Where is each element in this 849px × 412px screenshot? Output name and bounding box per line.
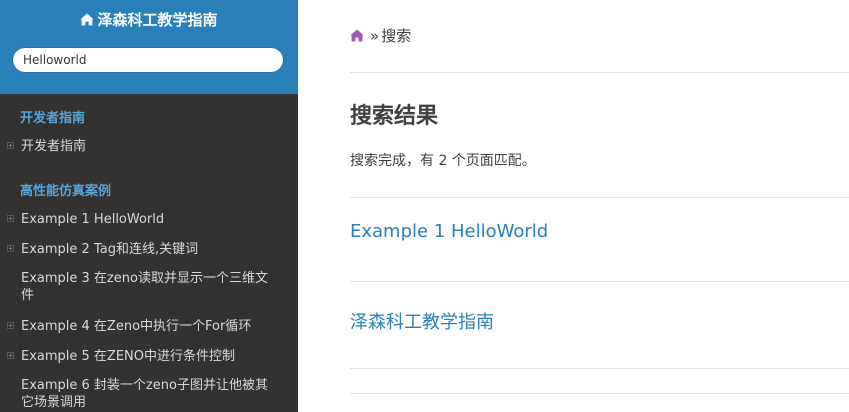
- site-title-link[interactable]: 泽森科工教学指南: [0, 10, 298, 30]
- expand-icon[interactable]: [7, 142, 14, 149]
- search-result-link[interactable]: 泽森科工教学指南: [350, 308, 494, 334]
- breadcrumb: » 搜索: [350, 25, 411, 46]
- divider: [350, 281, 849, 282]
- breadcrumb-separator: »: [370, 27, 380, 45]
- sidebar-item-label: Example 4 在Zeno中执行一个For循环: [21, 319, 252, 334]
- sidebar-item-label: 开发者指南: [21, 139, 87, 154]
- sidebar-item-label: Example 2 Tag和连线,关键词: [21, 242, 199, 257]
- breadcrumb-current: 搜索: [381, 27, 412, 45]
- sidebar-item-label: Example 5 在ZENO中进行条件控制: [21, 349, 236, 364]
- search-input[interactable]: [12, 47, 284, 73]
- site-title-text: 泽森科工教学指南: [97, 11, 218, 29]
- expand-icon[interactable]: [7, 245, 14, 252]
- expand-icon[interactable]: [7, 322, 14, 329]
- sidebar-item-label: Example 6 封装一个zeno子图并让他被其它场景调用: [21, 378, 268, 410]
- divider: [350, 393, 849, 394]
- section-caption-developer-guide: 开发者指南: [20, 111, 86, 126]
- page-title: 搜索结果: [350, 104, 439, 129]
- sidebar-item-label: Example 1 HelloWorld: [21, 212, 165, 227]
- sidebar-item-label: Example 3 在zeno读取并显示一个三维文件: [21, 271, 268, 303]
- search-summary: 搜索完成，有 2 个页面匹配。: [350, 153, 536, 169]
- divider: [350, 368, 849, 369]
- expand-icon[interactable]: [7, 352, 14, 359]
- page: 泽森科工教学指南 开发者指南 开发者指南 高性能仿真案例 Example 1 H…: [0, 0, 849, 412]
- search-result-link[interactable]: Example 1 HelloWorld: [350, 221, 548, 242]
- divider: [350, 72, 849, 73]
- divider: [350, 197, 849, 198]
- home-icon[interactable]: [350, 29, 364, 42]
- expand-icon[interactable]: [7, 215, 14, 222]
- home-icon: [80, 13, 95, 26]
- sidebar: 泽森科工教学指南 开发者指南 开发者指南 高性能仿真案例 Example 1 H…: [0, 0, 298, 412]
- main-content: » 搜索 搜索结果 搜索完成，有 2 个页面匹配。 Example 1 Hello…: [298, 0, 849, 412]
- sidebar-header: 泽森科工教学指南: [0, 0, 298, 94]
- section-caption-simulation-examples: 高性能仿真案例: [20, 184, 112, 199]
